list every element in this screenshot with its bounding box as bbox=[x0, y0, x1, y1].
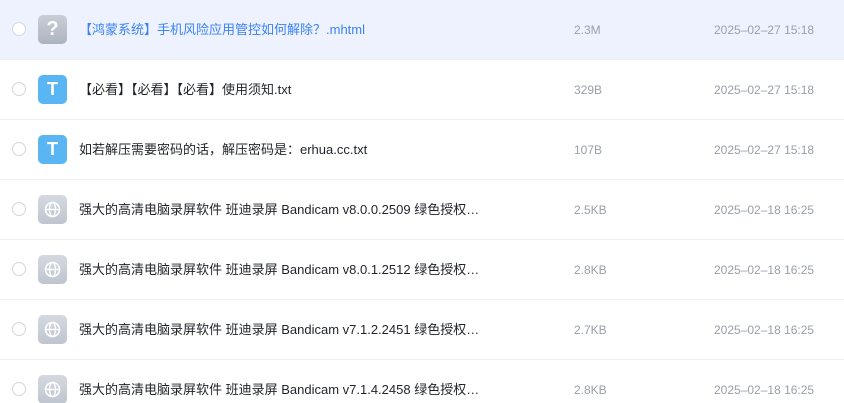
file-size: 2.8KB bbox=[574, 263, 607, 277]
web-file-icon bbox=[38, 375, 67, 403]
file-date: 2025–02–27 15:18 bbox=[714, 83, 815, 97]
row-checkbox[interactable] bbox=[12, 382, 26, 396]
file-date: 2025–02–27 15:18 bbox=[714, 23, 815, 37]
row-checkbox[interactable] bbox=[12, 82, 26, 96]
unknown-file-icon: ? bbox=[38, 15, 67, 44]
file-size: 2.8KB bbox=[574, 383, 607, 397]
row-checkbox[interactable] bbox=[12, 322, 26, 336]
file-size: 329B bbox=[574, 83, 603, 97]
file-row[interactable]: 强大的高清电脑录屏软件 班迪录屏 Bandicam v7.1.2.2451 绿色… bbox=[0, 300, 844, 360]
web-file-icon bbox=[38, 315, 67, 344]
file-row[interactable]: T 【必看】【必看】【必看】使用须知.txt 329B 2025–02–27 1… bbox=[0, 60, 844, 120]
file-date: 2025–02–18 16:25 bbox=[714, 383, 815, 397]
file-name[interactable]: 强大的高清电脑录屏软件 班迪录屏 Bandicam v7.1.2.2451 绿色… bbox=[79, 321, 539, 339]
file-name[interactable]: 【鸿蒙系统】手机风险应用管控如何解除？.mhtml bbox=[79, 21, 539, 39]
text-file-icon: T bbox=[38, 135, 67, 164]
web-file-icon bbox=[38, 255, 67, 284]
file-list: ? 【鸿蒙系统】手机风险应用管控如何解除？.mhtml 2.3M 2025–02… bbox=[0, 0, 844, 403]
web-file-icon bbox=[38, 195, 67, 224]
file-size: 2.3M bbox=[574, 23, 601, 37]
file-size: 107B bbox=[574, 143, 603, 157]
file-date: 2025–02–18 16:25 bbox=[714, 323, 815, 337]
row-checkbox[interactable] bbox=[12, 142, 26, 156]
file-name[interactable]: 【必看】【必看】【必看】使用须知.txt bbox=[79, 81, 539, 99]
file-row[interactable]: T 如若解压需要密码的话，解压密码是：erhua.cc.txt 107B 202… bbox=[0, 120, 844, 180]
row-checkbox[interactable] bbox=[12, 262, 26, 276]
file-date: 2025–02–18 16:25 bbox=[714, 203, 815, 217]
file-name[interactable]: 强大的高清电脑录屏软件 班迪录屏 Bandicam v8.0.1.2512 绿色… bbox=[79, 261, 539, 279]
file-row[interactable]: ? 【鸿蒙系统】手机风险应用管控如何解除？.mhtml 2.3M 2025–02… bbox=[0, 0, 844, 60]
file-row[interactable]: 强大的高清电脑录屏软件 班迪录屏 Bandicam v7.1.4.2458 绿色… bbox=[0, 360, 844, 403]
file-row[interactable]: 强大的高清电脑录屏软件 班迪录屏 Bandicam v8.0.1.2512 绿色… bbox=[0, 240, 844, 300]
file-name[interactable]: 如若解压需要密码的话，解压密码是：erhua.cc.txt bbox=[79, 141, 539, 159]
file-date: 2025–02–27 15:18 bbox=[714, 143, 815, 157]
file-name[interactable]: 强大的高清电脑录屏软件 班迪录屏 Bandicam v7.1.4.2458 绿色… bbox=[79, 381, 539, 399]
file-name[interactable]: 强大的高清电脑录屏软件 班迪录屏 Bandicam v8.0.0.2509 绿色… bbox=[79, 201, 539, 219]
file-size: 2.7KB bbox=[574, 323, 607, 337]
row-checkbox[interactable] bbox=[12, 22, 26, 36]
text-file-icon: T bbox=[38, 75, 67, 104]
file-date: 2025–02–18 16:25 bbox=[714, 263, 815, 277]
row-checkbox[interactable] bbox=[12, 202, 26, 216]
file-row[interactable]: 强大的高清电脑录屏软件 班迪录屏 Bandicam v8.0.0.2509 绿色… bbox=[0, 180, 844, 240]
file-size: 2.5KB bbox=[574, 203, 607, 217]
